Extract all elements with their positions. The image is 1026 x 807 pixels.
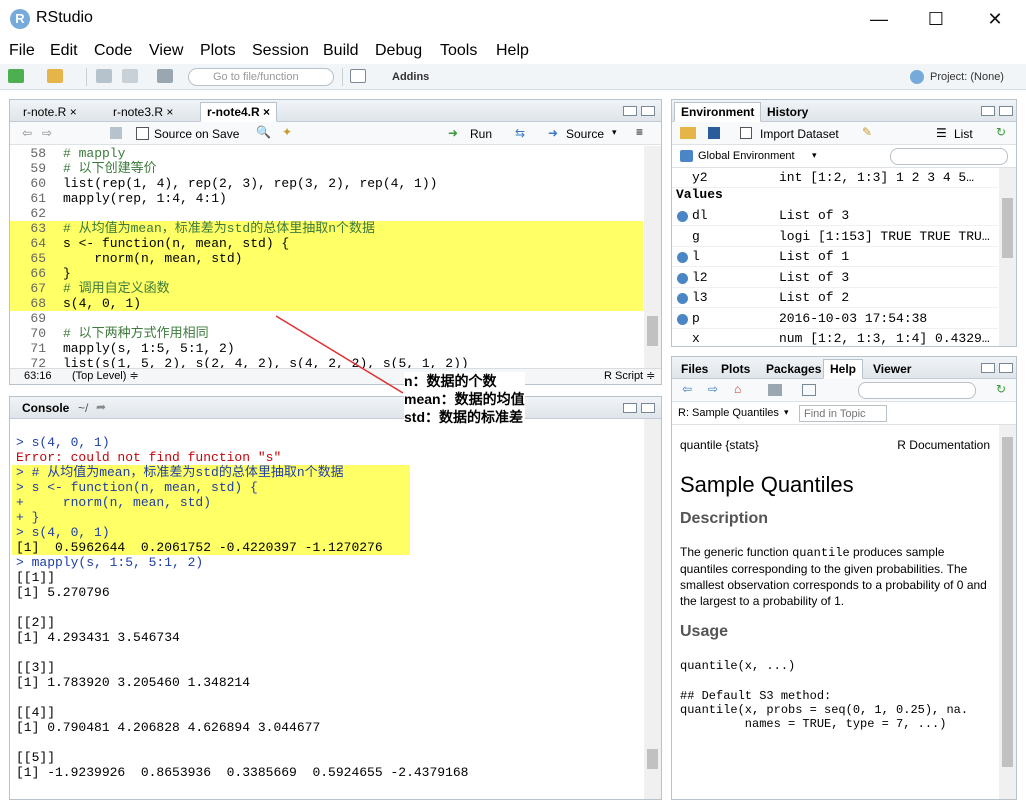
- import-dataset-icon: [740, 127, 752, 139]
- usage-line-2: ## Default S3 method:: [680, 689, 832, 703]
- back-arrow-icon[interactable]: ⇦: [682, 382, 692, 396]
- env-var-name: g: [692, 228, 700, 244]
- tab-files[interactable]: Files: [674, 359, 715, 379]
- env-var-value: List of 2: [779, 290, 850, 305]
- import-dataset-menu[interactable]: Import Dataset: [760, 127, 839, 141]
- save-workspace-icon[interactable]: [708, 127, 720, 139]
- env-var-value: List of 3: [779, 208, 850, 223]
- show-in-window-icon[interactable]: [802, 384, 816, 396]
- environment-tab-bar: Environment History: [672, 100, 1016, 122]
- print-icon[interactable]: [768, 384, 782, 396]
- annotation-line-mean: mean：数据的均值: [404, 391, 525, 407]
- usage-heading: Usage: [680, 623, 729, 640]
- expand-icon[interactable]: [677, 252, 688, 263]
- env-var-value: 2016-10-03 17:54:38: [779, 310, 928, 326]
- env-row[interactable]: l2 List of 3: [672, 268, 998, 288]
- tab-history[interactable]: History: [760, 102, 815, 122]
- help-pane: Files Plots Packages Help Viewer ⇦ ⇨ ⌂ ↻…: [671, 356, 1017, 800]
- env-var-value: List of 1: [779, 249, 850, 264]
- env-var-value: logi [1:153] TRUE TRUE TRU…: [779, 228, 990, 244]
- env-var-name: l2: [692, 269, 708, 285]
- description-text: The generic function quantile produces s…: [680, 545, 987, 608]
- annotation-line-n: n：数据的个数: [404, 373, 497, 389]
- tab-environment[interactable]: Environment: [674, 102, 762, 122]
- env-row-y2[interactable]: y2 int [1:2, 1:3] 1 2 3 4 5…: [672, 168, 998, 188]
- env-row[interactable]: dl List of 3: [672, 206, 998, 226]
- usage-line-1: quantile(x, ...): [680, 659, 796, 673]
- minimize-pane-icon[interactable]: [981, 106, 995, 116]
- view-mode-menu[interactable]: List: [954, 127, 973, 141]
- env-var-value: num [1:2, 1:3, 1:4] 0.4329…: [779, 331, 990, 346]
- environment-toolbar: Import Dataset ✎ ☰ List ↻: [672, 122, 1016, 145]
- refresh-icon[interactable]: ↻: [996, 382, 1006, 396]
- expand-icon[interactable]: [677, 313, 688, 325]
- usage-line-3: quantile(x, probs = seq(0, 1, 0.25), na.: [680, 703, 969, 717]
- help-content: quantile {stats} R Documentation Sample …: [672, 425, 998, 799]
- expand-icon[interactable]: [677, 211, 688, 222]
- environment-icon: [680, 150, 693, 162]
- home-icon[interactable]: ⌂: [734, 382, 741, 396]
- help-topic-bar: R: Sample Quantiles ▾: [672, 402, 1016, 425]
- annotation-note: n：数据的个数 mean：数据的均值 std：数据的标准差: [404, 372, 525, 426]
- help-package-label: quantile {stats}: [680, 438, 759, 452]
- expand-icon[interactable]: [677, 272, 688, 284]
- tab-help[interactable]: Help: [823, 359, 864, 379]
- find-in-topic-input[interactable]: [799, 405, 887, 422]
- tab-viewer[interactable]: Viewer: [866, 359, 918, 379]
- usage-line-4: names = TRUE, type = 7, ...): [680, 717, 947, 731]
- description-heading: Description: [680, 510, 769, 527]
- environment-pane: Environment History Import Dataset ✎ ☰ L…: [671, 99, 1017, 347]
- env-var-name: l3: [692, 290, 708, 305]
- topic-dropdown-icon[interactable]: ▾: [784, 407, 789, 418]
- env-row[interactable]: g logi [1:153] TRUE TRUE TRU…: [672, 227, 998, 247]
- minimize-pane-icon[interactable]: [981, 363, 995, 373]
- env-row[interactable]: l3 List of 2: [672, 288, 998, 308]
- env-row[interactable]: l List of 1: [672, 247, 998, 267]
- help-toolbar: ⇦ ⇨ ⌂ ↻: [672, 379, 1016, 402]
- env-var-value: List of 3: [779, 269, 850, 285]
- environment-search-input[interactable]: [890, 148, 1008, 165]
- maximize-pane-icon[interactable]: [999, 106, 1013, 116]
- list-view-icon: ☰: [936, 126, 947, 140]
- expand-icon[interactable]: [677, 293, 688, 304]
- help-search-input[interactable]: [858, 382, 976, 399]
- topic-selector[interactable]: R: Sample Quantiles: [678, 407, 779, 419]
- scope-dropdown-icon[interactable]: ▾: [812, 150, 817, 161]
- env-var-name: x: [692, 331, 700, 346]
- tab-plots[interactable]: Plots: [714, 359, 757, 379]
- values-section-header: Values: [676, 187, 723, 202]
- maximize-pane-icon[interactable]: [999, 363, 1013, 373]
- help-tab-bar: Files Plots Packages Help Viewer: [672, 357, 1016, 379]
- environment-scrollbar[interactable]: [999, 168, 1016, 346]
- annotation-line-std: std：数据的标准差: [404, 409, 523, 425]
- help-title: Sample Quantiles: [680, 472, 854, 497]
- help-doc-label: R Documentation: [897, 438, 990, 452]
- env-row[interactable]: p 2016-10-03 17:54:38: [672, 309, 998, 329]
- tab-packages[interactable]: Packages: [759, 359, 828, 379]
- environment-list: y2 int [1:2, 1:3] 1 2 3 4 5… Values dl Li…: [672, 168, 1016, 346]
- scope-selector[interactable]: Global Environment: [698, 150, 795, 162]
- env-row[interactable]: x num [1:2, 1:3, 1:4] 0.4329…: [672, 329, 998, 346]
- env-var-name: l: [692, 249, 700, 264]
- broom-icon[interactable]: ✎: [862, 125, 872, 139]
- env-var-name: dl: [692, 208, 708, 223]
- environment-scope-bar: Global Environment ▾: [672, 145, 1016, 168]
- help-scrollbar[interactable]: [999, 425, 1016, 799]
- load-workspace-icon[interactable]: [680, 127, 696, 139]
- refresh-icon[interactable]: ↻: [996, 125, 1006, 139]
- env-var-name: p: [692, 310, 700, 326]
- forward-arrow-icon[interactable]: ⇨: [708, 382, 718, 396]
